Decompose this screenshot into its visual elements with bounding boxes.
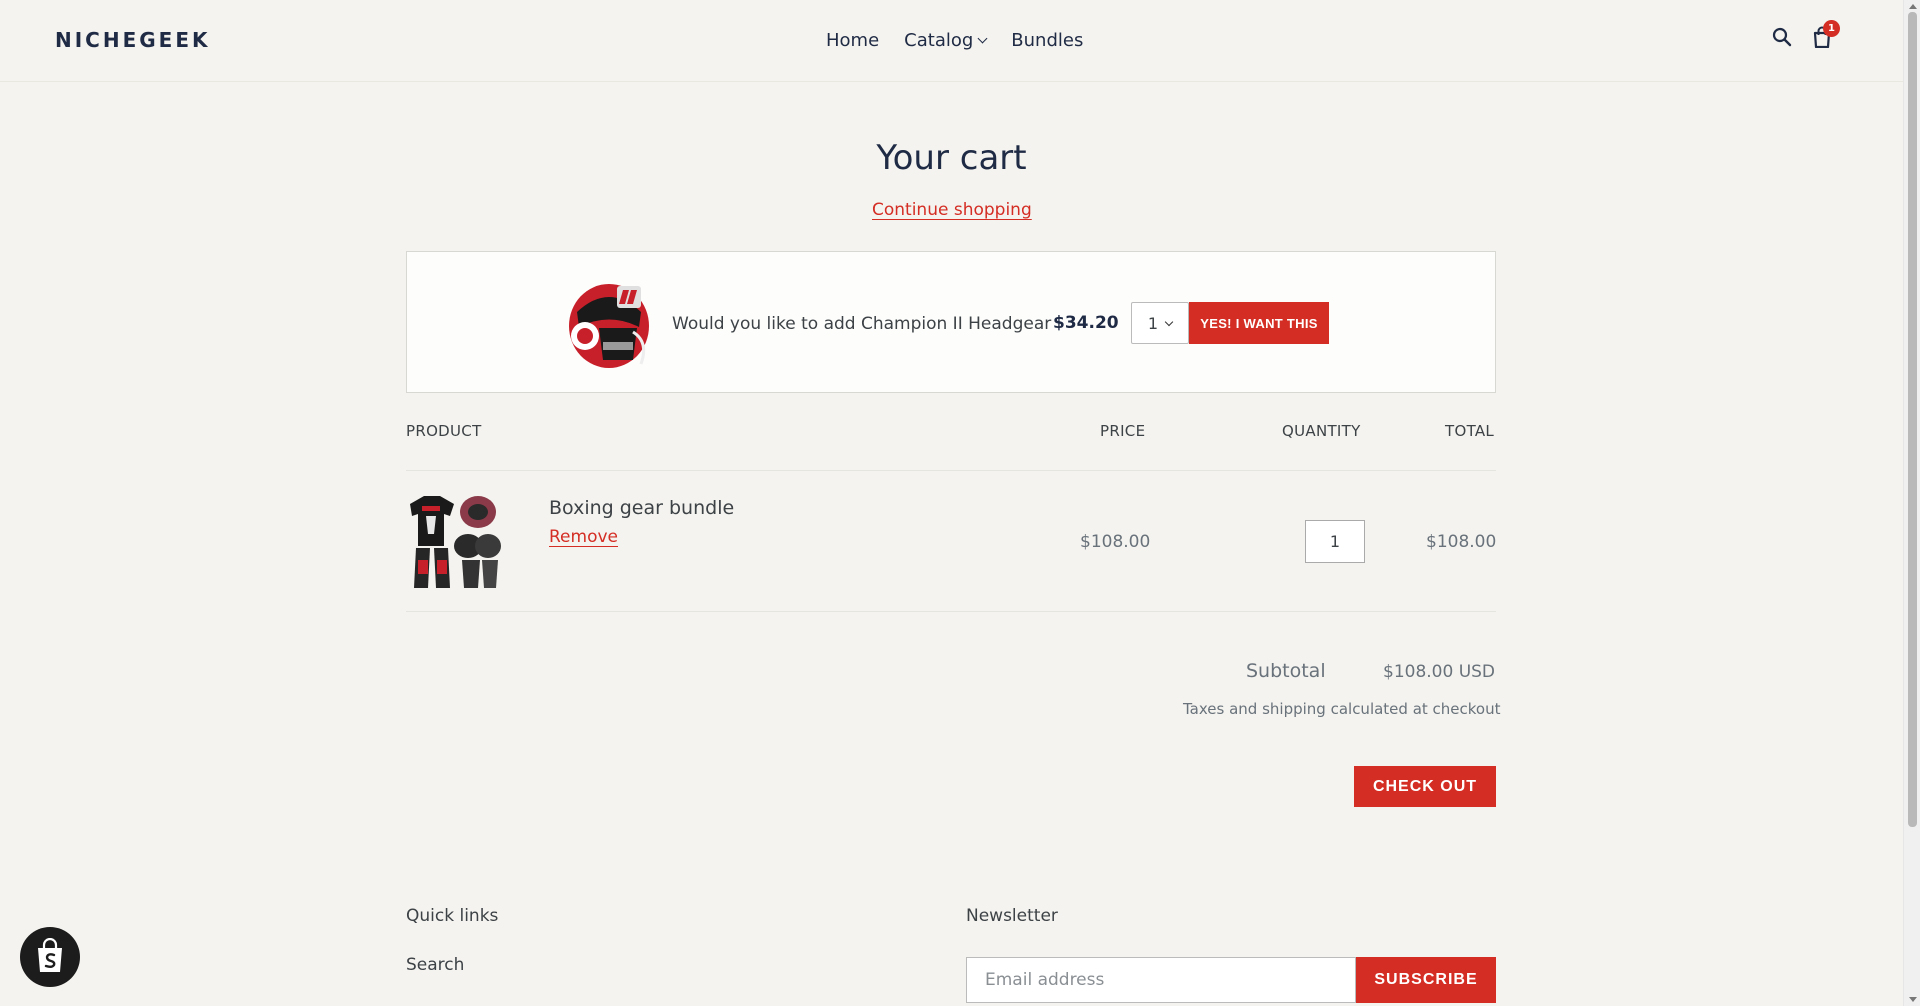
column-header-product: PRODUCT xyxy=(406,422,482,440)
boxing-bundle-product-image[interactable] xyxy=(406,490,502,590)
page-title: Your cart xyxy=(876,138,1027,178)
column-header-quantity: QUANTITY xyxy=(1282,422,1361,440)
scroll-down-arrow-icon[interactable] xyxy=(1909,997,1917,1002)
divider xyxy=(406,611,1496,612)
upsell-quantity-value: 1 xyxy=(1147,313,1159,333)
checkout-button[interactable]: CHECK OUT xyxy=(1354,766,1496,807)
cart-button[interactable]: 1 xyxy=(1812,20,1840,52)
divider xyxy=(406,470,1496,471)
newsletter-heading: Newsletter xyxy=(966,906,1058,926)
scroll-up-arrow-icon[interactable] xyxy=(1909,4,1917,9)
nav-catalog[interactable]: Catalog xyxy=(904,30,988,51)
nav-catalog-label: Catalog xyxy=(904,30,974,51)
shopify-bag-icon xyxy=(38,938,62,972)
nav-bundles[interactable]: Bundles xyxy=(1011,30,1083,51)
site-logo[interactable]: NICHEGEEK xyxy=(55,28,211,52)
main-nav: Home Catalog Bundles xyxy=(826,30,1083,51)
site-header: NICHEGEEK Home Catalog Bundles 1 xyxy=(0,0,1903,82)
quick-links-heading: Quick links xyxy=(406,906,499,926)
newsletter-email-input[interactable] xyxy=(966,957,1356,1003)
remove-item-link[interactable]: Remove xyxy=(549,527,618,547)
subscribe-button[interactable]: SUBSCRIBE xyxy=(1356,957,1496,1003)
upsell-banner: Would you like to add Champion II Headge… xyxy=(406,251,1496,393)
nav-home[interactable]: Home xyxy=(826,30,879,51)
cart-item-price: $108.00 xyxy=(1080,532,1151,552)
upsell-quantity-select[interactable]: 1 xyxy=(1131,302,1189,344)
chevron-down-icon xyxy=(977,33,988,44)
footer-link-search[interactable]: Search xyxy=(406,955,464,975)
add-upsell-button[interactable]: YES! I WANT THIS xyxy=(1189,302,1329,344)
cart-item-name[interactable]: Boxing gear bundle xyxy=(549,497,734,519)
upsell-price: $34.20 xyxy=(1053,313,1119,333)
vertical-scrollbar[interactable] xyxy=(1903,0,1920,1006)
search-icon[interactable] xyxy=(1772,27,1792,51)
scrollbar-thumb[interactable] xyxy=(1908,12,1917,827)
continue-shopping-link[interactable]: Continue shopping xyxy=(872,200,1032,220)
cart-count-badge: 1 xyxy=(1823,20,1840,37)
cart-item-total: $108.00 xyxy=(1426,532,1497,552)
upsell-text: Would you like to add Champion II Headge… xyxy=(672,314,1052,334)
shopify-chat-button[interactable] xyxy=(20,927,80,987)
subtotal-value: $108.00 USD xyxy=(1383,662,1496,682)
cart-item-quantity-input[interactable] xyxy=(1305,520,1365,563)
column-header-price: PRICE xyxy=(1100,422,1146,440)
headgear-product-image xyxy=(559,272,659,372)
taxes-note: Taxes and shipping calculated at checkou… xyxy=(1183,700,1501,718)
header-icons: 1 xyxy=(1772,20,1840,52)
subtotal-label: Subtotal xyxy=(1246,660,1326,682)
chevron-down-icon xyxy=(1164,317,1174,326)
column-header-total: TOTAL xyxy=(1445,422,1495,440)
